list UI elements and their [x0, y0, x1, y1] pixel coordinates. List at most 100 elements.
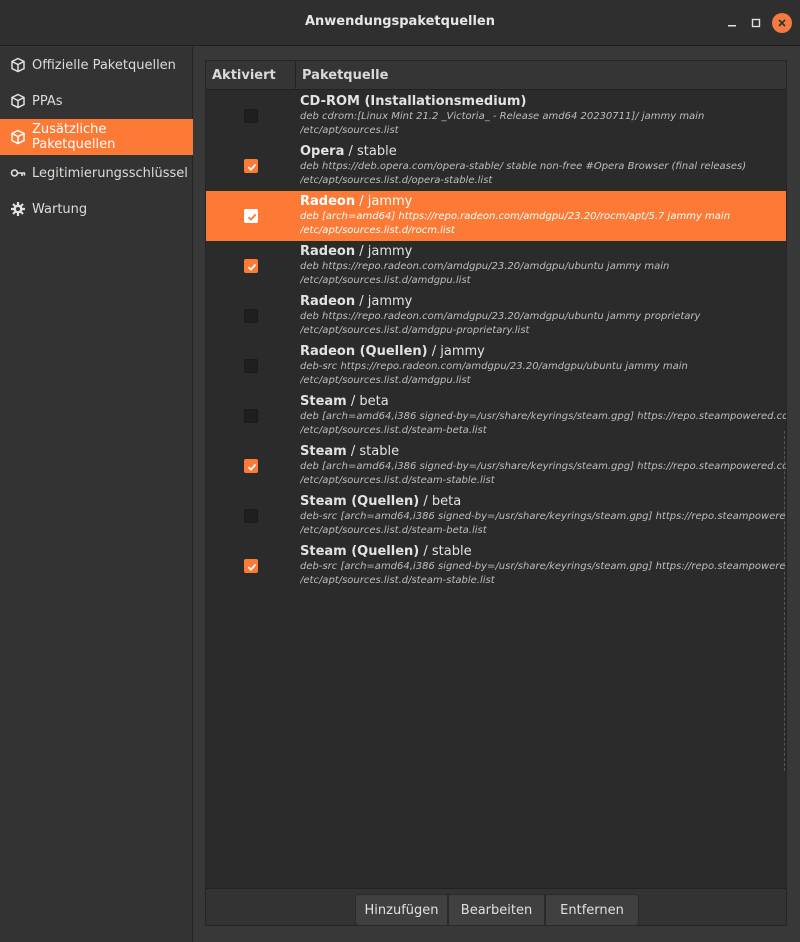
sidebar-item-label: Legitimierungsschlüssel [32, 165, 188, 181]
source-title: Radeon / jammy [300, 244, 786, 260]
source-file: /etc/apt/sources.list.d/amdgpu-proprieta… [300, 325, 530, 336]
source-suite: / jammy [427, 344, 485, 359]
table-row[interactable]: Steam / beta deb [arch=amd64,i386 signed-… [206, 391, 786, 441]
remove-button[interactable]: Entfernen [545, 894, 639, 926]
column-header-source[interactable]: Paketquelle [302, 68, 388, 83]
source-line: deb [arch=amd64] https://repo.radeon.com… [300, 211, 731, 222]
sidebar-item-ppas[interactable]: PPAs [0, 83, 193, 119]
enabled-checkbox[interactable] [244, 259, 258, 273]
source-title: Steam / stable [300, 444, 786, 460]
enabled-checkbox[interactable] [244, 109, 258, 123]
enabled-checkbox[interactable] [244, 459, 258, 473]
source-cell: Steam (Quellen) / beta deb-src [arch=amd6… [300, 494, 786, 538]
table-row[interactable]: Radeon / jammy deb https://repo.radeon.co… [206, 291, 786, 341]
source-name: Steam (Quellen) [300, 544, 420, 559]
check-icon [247, 263, 257, 271]
minimize-button[interactable] [722, 13, 742, 33]
table-header: Aktiviert Paketquelle [206, 61, 786, 90]
source-suite: / jammy [355, 244, 413, 259]
table-row[interactable]: Opera / stable deb https://deb.opera.com/… [206, 141, 786, 191]
source-name: Opera [300, 144, 345, 159]
enabled-checkbox[interactable] [244, 209, 258, 223]
minimize-icon [728, 25, 736, 27]
source-name: Radeon [300, 244, 356, 259]
edit-button[interactable]: Bearbeiten [448, 894, 545, 926]
source-suite: / stable [344, 144, 397, 159]
title-bar: Anwendungspaketquellen [0, 0, 800, 46]
column-header-enabled[interactable]: Aktiviert [212, 68, 276, 83]
enabled-checkbox[interactable] [244, 509, 258, 523]
window-title: Anwendungspaketquellen [304, 14, 496, 29]
package-icon [10, 93, 26, 109]
sidebar-item-label: Offizielle Paketquellen [32, 57, 176, 73]
sidebar-item-additional-sources[interactable]: Zusätzliche Paketquellen [0, 119, 193, 155]
source-name: CD-ROM (Installationsmedium) [300, 94, 527, 109]
source-cell: Steam / beta deb [arch=amd64,i386 signed-… [300, 394, 786, 438]
sidebar-item-official-sources[interactable]: Offizielle Paketquellen [0, 47, 193, 83]
source-suite: / stable [346, 444, 400, 459]
source-file: /etc/apt/sources.list.d/rocm.list [300, 225, 455, 236]
source-name: Radeon (Quellen) [300, 344, 428, 359]
source-cell: Steam / stable deb [arch=amd64,i386 signe… [300, 444, 786, 488]
source-suite: / beta [346, 394, 389, 409]
enabled-checkbox[interactable] [244, 309, 258, 323]
source-name: Steam (Quellen) [300, 494, 420, 509]
package-icon [10, 57, 26, 73]
table-row[interactable]: Steam (Quellen) / beta deb-src [arch=amd6… [206, 491, 786, 541]
close-button[interactable] [772, 13, 792, 33]
sidebar-item-label: Wartung [32, 201, 88, 217]
source-file: /etc/apt/sources.list [300, 125, 399, 136]
sidebar-item-auth-keys[interactable]: Legitimierungsschlüssel [0, 155, 193, 191]
table-row[interactable]: Steam / stable deb [arch=amd64,i386 signe… [206, 441, 786, 491]
table-row[interactable]: Radeon / jammy deb [arch=amd64] https://r… [206, 191, 786, 241]
enabled-checkbox[interactable] [244, 409, 258, 423]
package-icon [10, 129, 26, 145]
source-title: Radeon / jammy [300, 294, 786, 310]
source-cell: Radeon (Quellen) / jammy deb-src https://… [300, 344, 786, 388]
source-file: /etc/apt/sources.list.d/opera-stable.lis… [300, 175, 493, 186]
source-name: Radeon [300, 294, 356, 309]
enabled-checkbox[interactable] [244, 559, 258, 573]
source-line: deb [arch=amd64,i386 signed-by=/usr/shar… [300, 461, 786, 472]
source-title: Radeon (Quellen) / jammy [300, 344, 786, 360]
source-title: Steam (Quellen) / beta [300, 494, 786, 510]
source-suite: / jammy [355, 294, 413, 309]
source-line: deb-src https://repo.radeon.com/amdgpu/2… [300, 361, 688, 372]
source-cell: Opera / stable deb https://deb.opera.com/… [300, 144, 786, 188]
source-line: deb https://repo.radeon.com/amdgpu/23.20… [300, 261, 670, 272]
key-icon [10, 165, 26, 181]
table-row[interactable]: Steam (Quellen) / stable deb-src [arch=am… [206, 541, 786, 591]
source-file: /etc/apt/sources.list.d/amdgpu.list [300, 275, 471, 286]
source-title: CD-ROM (Installationsmedium) [300, 94, 786, 110]
source-suite: / beta [419, 494, 462, 509]
check-icon [247, 463, 257, 471]
sidebar-item-label: PPAs [32, 93, 63, 109]
source-title: Radeon / jammy [300, 194, 786, 210]
enabled-checkbox[interactable] [244, 359, 258, 373]
maximize-button[interactable] [746, 13, 766, 33]
source-file: /etc/apt/sources.list.d/steam-beta.list [300, 425, 487, 436]
bottom-toolbar: Hinzufügen Bearbeiten Entfernen [206, 888, 786, 926]
table-row[interactable]: CD-ROM (Installationsmedium) deb cdrom:[L… [206, 91, 786, 141]
source-cell: Steam (Quellen) / stable deb-src [arch=am… [300, 544, 786, 588]
check-icon [247, 563, 257, 571]
source-name: Radeon [300, 194, 356, 209]
source-file: /etc/apt/sources.list.d/steam-stable.lis… [300, 475, 495, 486]
sidebar-item-label: Zusätzliche Paketquellen [32, 122, 116, 152]
source-title: Opera / stable [300, 144, 786, 160]
table-row[interactable]: Radeon (Quellen) / jammy deb-src https://… [206, 341, 786, 391]
sources-list[interactable]: CD-ROM (Installationsmedium) deb cdrom:[L… [206, 91, 786, 888]
sources-panel: Aktiviert Paketquelle CD-ROM (Installati… [205, 60, 787, 926]
close-icon [778, 19, 786, 27]
scroll-indicator[interactable] [784, 431, 786, 771]
add-button[interactable]: Hinzufügen [355, 894, 448, 926]
table-row[interactable]: Radeon / jammy deb https://repo.radeon.co… [206, 241, 786, 291]
sidebar-item-maintenance[interactable]: Wartung [0, 191, 193, 227]
source-suite: / stable [419, 544, 472, 559]
source-file: /etc/apt/sources.list.d/steam-stable.lis… [300, 575, 495, 586]
sidebar: Offizielle Paketquellen PPAs Zusätzliche… [0, 47, 193, 942]
check-icon [247, 163, 257, 171]
enabled-checkbox[interactable] [244, 159, 258, 173]
source-cell: Radeon / jammy deb https://repo.radeon.co… [300, 294, 786, 338]
source-title: Steam (Quellen) / stable [300, 544, 786, 560]
